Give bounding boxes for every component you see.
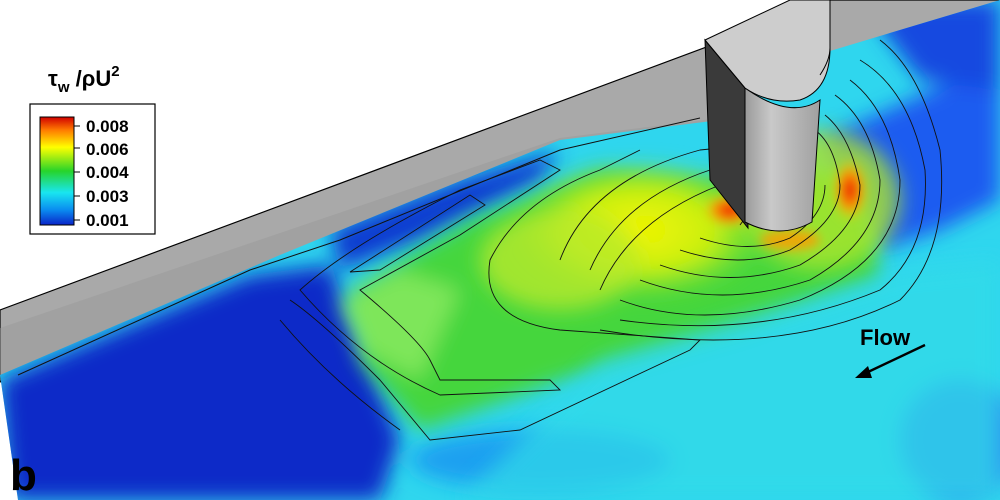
legend-title-divider: /ρU: [70, 66, 112, 91]
flow-label: Flow: [860, 325, 911, 350]
legend-level: 0.004: [86, 163, 129, 182]
panel-label: b: [10, 451, 37, 500]
shear-stress-figure: Flow b τw /ρU2 0.008 0.006 0.004 0.003 0…: [0, 0, 1000, 500]
pier: [704, 0, 831, 232]
legend-title-superscript: 2: [111, 63, 119, 80]
legend-title-subscript: w: [57, 79, 70, 96]
legend-level: 0.003: [86, 187, 129, 206]
legend-level: 0.001: [86, 211, 129, 230]
legend-title-symbol: τ: [48, 66, 58, 91]
legend-level: 0.006: [86, 140, 129, 159]
legend-level: 0.008: [86, 117, 129, 136]
legend-colorbar: [39, 116, 75, 226]
